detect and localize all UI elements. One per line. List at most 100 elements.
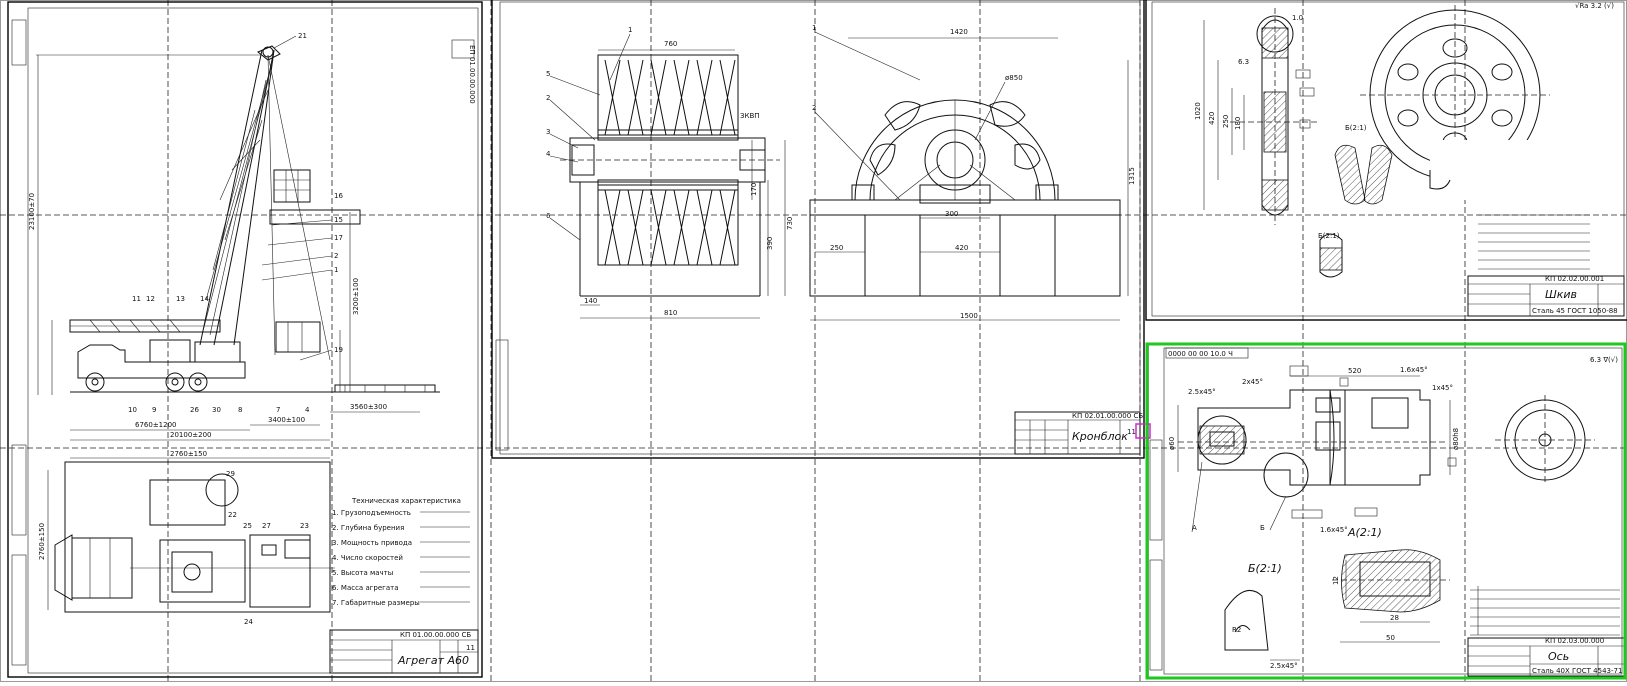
sheet-shaft[interactable]: 0000 00 00 10.0 Ч 6.3 ∇(√) 520 ø60 ø80h8 — [1145, 342, 1627, 680]
svg-text:20100±200: 20100±200 — [170, 431, 212, 439]
view-a-label: А(2:1) — [1347, 526, 1382, 539]
svg-text:12: 12 — [1332, 576, 1340, 585]
pulley-notes — [1478, 214, 1590, 270]
callout: 23 — [300, 522, 309, 530]
callout: 24 — [244, 618, 253, 626]
svg-text:1500: 1500 — [960, 312, 978, 320]
doc-code: КП 02.03.00.000 — [1545, 637, 1604, 645]
material: Сталь 45 ГОСТ 1050-88 — [1532, 307, 1618, 315]
crown-front-view: 1420 300 420 250 1500 1315 ø850 1 2 — [809, 24, 1136, 321]
svg-text:810: 810 — [664, 309, 677, 317]
svg-text:2. Глубина бурения: 2. Глубина бурения — [332, 524, 404, 532]
svg-text:420: 420 — [1208, 112, 1216, 125]
svg-text:ø80h8: ø80h8 — [1452, 428, 1460, 450]
callout: 12 — [146, 295, 155, 303]
title-block-pulley[interactable]: КП 02.02.00.001 Шкив Сталь 45 ГОСТ 1050-… — [1467, 275, 1625, 317]
svg-text:3: 3 — [546, 128, 550, 136]
callout: 2 — [334, 252, 338, 260]
pulley-front-view — [1360, 5, 1560, 200]
doc-code: КП 02.01.00.000 СБ — [1072, 412, 1143, 420]
sheet-title: Агрегат А60 — [397, 654, 469, 667]
svg-text:50: 50 — [1386, 634, 1395, 642]
sheet-crown-block[interactable]: 760 810 140 730 390 170 1 5 2 3 4 6 ЗКВП… — [491, 0, 1151, 459]
svg-text:300: 300 — [945, 210, 958, 218]
sheet-title: Кронблок — [1072, 430, 1128, 443]
svg-text:1.6x45°: 1.6x45° — [1320, 526, 1348, 534]
svg-text:1.0: 1.0 — [1292, 14, 1303, 22]
callout: 19 — [334, 346, 343, 354]
callout: 4 — [305, 406, 310, 414]
callout: 17 — [334, 234, 343, 242]
callout: 21 — [298, 32, 307, 40]
svg-text:2.5x45°: 2.5x45° — [1270, 662, 1298, 670]
svg-text:1: 1 — [628, 26, 632, 34]
svg-text:28: 28 — [1390, 614, 1399, 622]
svg-text:Б(2:1): Б(2:1) — [1345, 124, 1367, 132]
svg-text:6: 6 — [546, 212, 551, 220]
svg-text:3200±100: 3200±100 — [352, 278, 360, 315]
svg-text:3400±100: 3400±100 — [268, 416, 305, 424]
shaft-detail-a: А(2:1) 28 50 12 1.6x45° — [1320, 526, 1450, 643]
svg-text:170: 170 — [750, 183, 758, 196]
doc-code: КП 01.00.00.000 СБ — [400, 631, 471, 639]
svg-text:1x45°: 1x45° — [1432, 384, 1453, 392]
svg-text:5: 5 — [546, 70, 550, 78]
callout: 1 — [334, 266, 338, 274]
spec-heading: Техническая характеристика — [351, 497, 461, 505]
shaft-notes — [1470, 586, 1620, 636]
svg-text:6760±1200: 6760±1200 — [135, 421, 177, 429]
svg-text:ø850: ø850 — [1005, 74, 1023, 82]
svg-text:760: 760 — [664, 40, 677, 48]
mast-drawing: 23100±70 6760±1200 3400±100 3560±300 201… — [28, 45, 440, 441]
svg-text:2x45°: 2x45° — [1242, 378, 1263, 386]
svg-text:250: 250 — [830, 244, 843, 252]
callout: 29 — [226, 470, 235, 478]
title-block-aggregate[interactable]: КП 01.00.00.000 СБ Агрегат А60 11 — [329, 629, 479, 674]
callout: 9 — [152, 406, 156, 414]
svg-text:1020: 1020 — [1194, 102, 1202, 120]
svg-text:1315: 1315 — [1128, 167, 1136, 185]
callout: 7 — [276, 406, 280, 414]
svg-text:ø60: ø60 — [1168, 437, 1176, 450]
svg-text:6.3: 6.3 — [1238, 58, 1249, 66]
svg-text:250: 250 — [1222, 115, 1230, 128]
callout: 30 — [212, 406, 221, 414]
svg-text:520: 520 — [1348, 367, 1361, 375]
callout: 10 — [128, 406, 137, 414]
sheet-title: Ось — [1548, 650, 1569, 663]
svg-text:2: 2 — [812, 104, 816, 112]
cad-viewport[interactable]: ЕП 01.00.00.000 23100±70 6760±1200 3400±… — [0, 0, 1627, 682]
aggregate-plan-view: 2760±150 2760±150 29 22 25 27 23 24 — [38, 450, 335, 626]
sheet-pulley[interactable]: √Ra 3.2 (√) 1020 420 250 180 1.0 6.3 Б(2… — [1145, 0, 1627, 321]
svg-text:4. Число скоростей: 4. Число скоростей — [332, 554, 403, 562]
sheet-title: Шкив — [1545, 288, 1577, 301]
callout: 26 — [190, 406, 199, 414]
doc-code: КП 02.02.00.001 — [1545, 275, 1604, 283]
callout: 27 — [262, 522, 271, 530]
sheet-aggregate[interactable]: ЕП 01.00.00.000 23100±70 6760±1200 3400±… — [7, 1, 483, 678]
pulley-section-view: 1020 420 250 180 1.0 6.3 — [1194, 8, 1320, 225]
svg-text:5. Высота мачты: 5. Высота мачты — [332, 569, 393, 577]
svg-text:ЕП 01.00.00.000: ЕП 01.00.00.000 — [468, 45, 476, 104]
callout: 16 — [334, 192, 343, 200]
selection-rectangle[interactable] — [1145, 342, 1627, 680]
svg-text:180: 180 — [1234, 117, 1242, 130]
svg-text:1. Грузоподъемность: 1. Грузоподъемность — [332, 509, 411, 517]
svg-text:420: 420 — [955, 244, 968, 252]
svg-text:2760±150: 2760±150 — [38, 523, 46, 560]
callout: 8 — [238, 406, 242, 414]
svg-text:6. Масса агрегата: 6. Масса агрегата — [332, 584, 399, 592]
svg-text:3560±300: 3560±300 — [350, 403, 387, 411]
material: Сталь 40Х ГОСТ 4543-71 — [1532, 667, 1622, 675]
callout: 25 — [243, 522, 252, 530]
roughness-mark: √Ra 3.2 (√) — [1575, 2, 1614, 10]
marker-a: А — [1192, 524, 1197, 532]
tech-spec-block: Техническая характеристика 1. Грузоподъе… — [332, 497, 470, 607]
pulley-detail-groove: Б(2:1) Б(2:1) — [1318, 124, 1393, 278]
title-block-shaft[interactable]: КП 02.03.00.000 Ось Сталь 40Х ГОСТ 4543-… — [1467, 637, 1625, 677]
svg-text:R2: R2 — [1232, 626, 1241, 634]
callout-labels: 21 16 15 17 2 1 19 11 12 13 14 10 9 26 3… — [128, 32, 343, 414]
callout: 14 — [200, 295, 209, 303]
svg-text:7. Габаритные размеры: 7. Габаритные размеры — [332, 599, 420, 607]
marker-b: Б — [1260, 524, 1265, 532]
